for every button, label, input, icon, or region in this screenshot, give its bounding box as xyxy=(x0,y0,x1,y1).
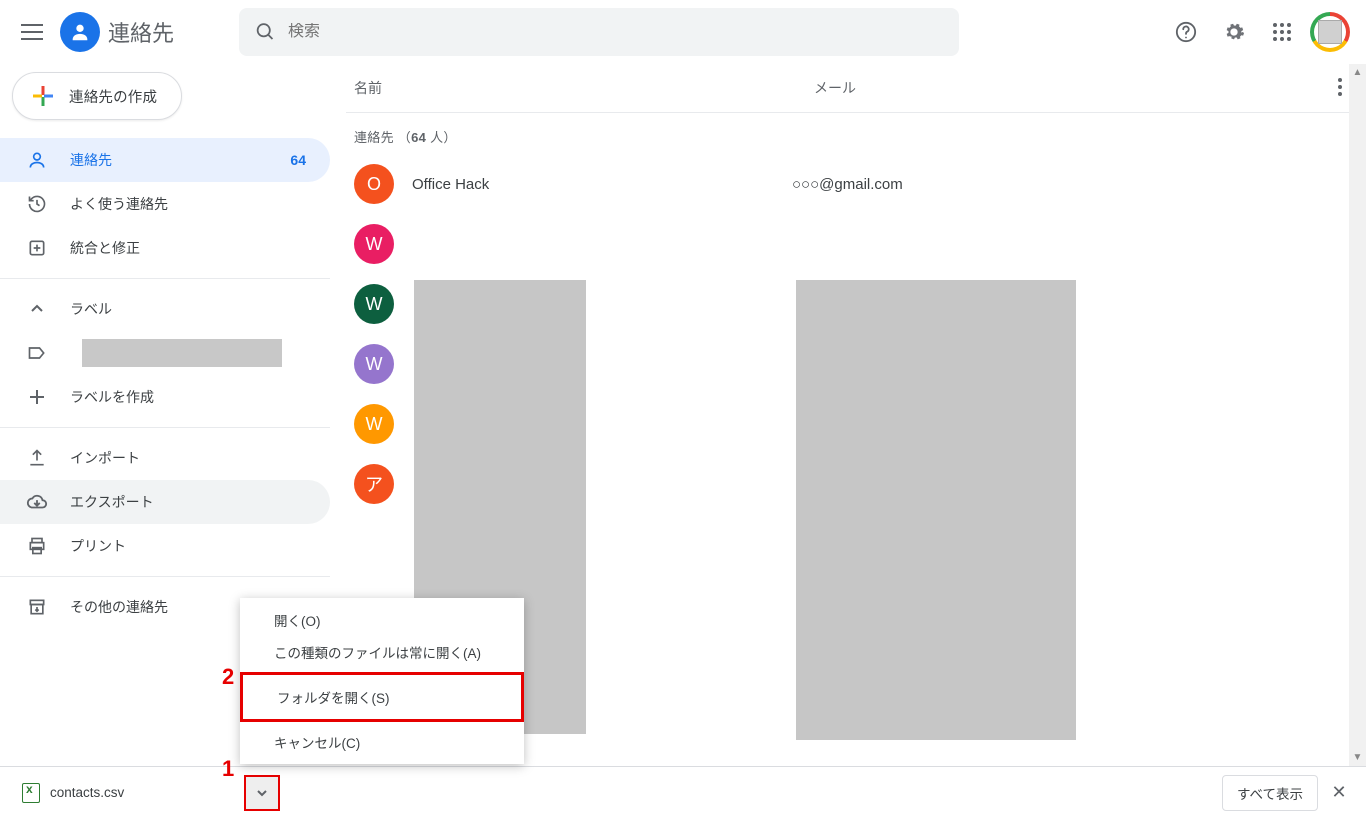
scroll-up-icon[interactable]: ▲ xyxy=(1349,64,1366,81)
download-context-menu: 開く(O) この種類のファイルは常に開く(A) フォルダを開く(S) キャンセル… xyxy=(240,598,524,764)
excel-icon xyxy=(22,783,40,803)
contact-avatar: ア xyxy=(354,464,394,504)
scrollbar[interactable]: ▲ ▼ xyxy=(1349,64,1366,766)
contact-email: ○○○@gmail.com xyxy=(792,176,903,193)
label-placeholder xyxy=(82,339,282,367)
search-icon xyxy=(255,21,276,43)
menu-icon[interactable] xyxy=(8,8,56,56)
annotation-marker-2: 2 xyxy=(222,664,234,690)
sidebar-item-import[interactable]: インポート xyxy=(0,436,330,480)
archive-icon xyxy=(26,597,48,617)
contact-row[interactable]: O Office Hack○○○@gmail.com xyxy=(330,154,1366,214)
search-box[interactable] xyxy=(239,8,959,56)
sidebar-label: ラベルを作成 xyxy=(70,387,154,407)
ctx-open-folder[interactable]: フォルダを開く(S) xyxy=(240,672,524,722)
merge-icon xyxy=(26,238,48,258)
contact-avatar: W xyxy=(354,404,394,444)
gear-icon[interactable] xyxy=(1214,12,1254,52)
close-icon[interactable]: ✕ xyxy=(1324,782,1354,803)
contact-name: Office Hack xyxy=(412,176,792,193)
person-icon xyxy=(26,150,48,170)
sidebar-labels-header[interactable]: ラベル xyxy=(0,287,330,331)
more-vert-icon[interactable] xyxy=(1330,78,1350,98)
plus-small-icon xyxy=(26,388,48,406)
list-header: 名前 メール xyxy=(330,64,1366,112)
plus-icon xyxy=(29,82,57,110)
history-icon xyxy=(26,194,48,214)
sidebar-item-contacts[interactable]: 連絡先 64 xyxy=(0,138,330,182)
contacts-icon xyxy=(60,12,100,52)
contact-row[interactable]: W xyxy=(330,214,1366,274)
contact-avatar: W xyxy=(354,284,394,324)
app-logo: 連絡先 xyxy=(60,12,174,52)
sidebar-label: 統合と修正 xyxy=(70,238,140,258)
cloud-download-icon xyxy=(26,492,48,512)
scroll-down-icon[interactable]: ▼ xyxy=(1349,749,1366,766)
upload-icon xyxy=(26,448,48,468)
ctx-always-open[interactable]: この種類のファイルは常に開く(A) xyxy=(240,636,524,668)
avatar[interactable] xyxy=(1310,12,1350,52)
sidebar-label: インポート xyxy=(70,448,140,468)
apps-icon[interactable] xyxy=(1262,12,1302,52)
sidebar-label: よく使う連絡先 xyxy=(70,194,168,214)
search-input[interactable] xyxy=(288,23,943,41)
contact-avatar: W xyxy=(354,224,394,264)
ctx-open[interactable]: 開く(O) xyxy=(240,604,524,636)
create-contact-button[interactable]: 連絡先の作成 xyxy=(12,72,182,120)
contacts-count-line: 連絡先 （64 人） xyxy=(330,113,1366,154)
chevron-down-icon xyxy=(255,786,269,800)
download-bar: contacts.csv すべて表示 ✕ xyxy=(0,766,1366,818)
label-icon xyxy=(26,343,48,363)
sidebar-label: その他の連絡先 xyxy=(70,597,168,617)
create-label: 連絡先の作成 xyxy=(69,86,157,107)
sidebar-label: 連絡先 xyxy=(70,150,112,170)
annotation-marker-1: 1 xyxy=(222,756,234,782)
download-chevron[interactable] xyxy=(244,775,280,811)
contact-avatar: W xyxy=(354,344,394,384)
sidebar-item-frequent[interactable]: よく使う連絡先 xyxy=(0,182,330,226)
sidebar-item-print[interactable]: プリント xyxy=(0,524,330,568)
show-all-button[interactable]: すべて表示 xyxy=(1222,775,1318,811)
contact-avatar: O xyxy=(354,164,394,204)
sidebar-label: エクスポート xyxy=(70,492,154,512)
contacts-count: 64 xyxy=(290,152,306,168)
help-icon[interactable] xyxy=(1166,12,1206,52)
download-item[interactable]: contacts.csv xyxy=(12,775,134,811)
chevron-up-icon xyxy=(26,301,48,317)
sidebar-label: ラベル xyxy=(70,299,112,319)
redaction-emails xyxy=(796,280,1076,740)
column-name: 名前 xyxy=(354,78,814,98)
download-filename: contacts.csv xyxy=(50,785,124,800)
sidebar-label: プリント xyxy=(70,536,126,556)
print-icon xyxy=(26,536,48,556)
sidebar-item-export[interactable]: エクスポート xyxy=(0,480,330,524)
ctx-cancel[interactable]: キャンセル(C) xyxy=(240,726,524,758)
app-title: 連絡先 xyxy=(108,16,174,48)
column-email: メール xyxy=(814,78,1330,98)
sidebar-create-label[interactable]: ラベルを作成 xyxy=(0,375,330,419)
sidebar-item-merge[interactable]: 統合と修正 xyxy=(0,226,330,270)
app-header: 連絡先 xyxy=(0,0,1366,64)
sidebar-label-item[interactable] xyxy=(0,331,330,375)
